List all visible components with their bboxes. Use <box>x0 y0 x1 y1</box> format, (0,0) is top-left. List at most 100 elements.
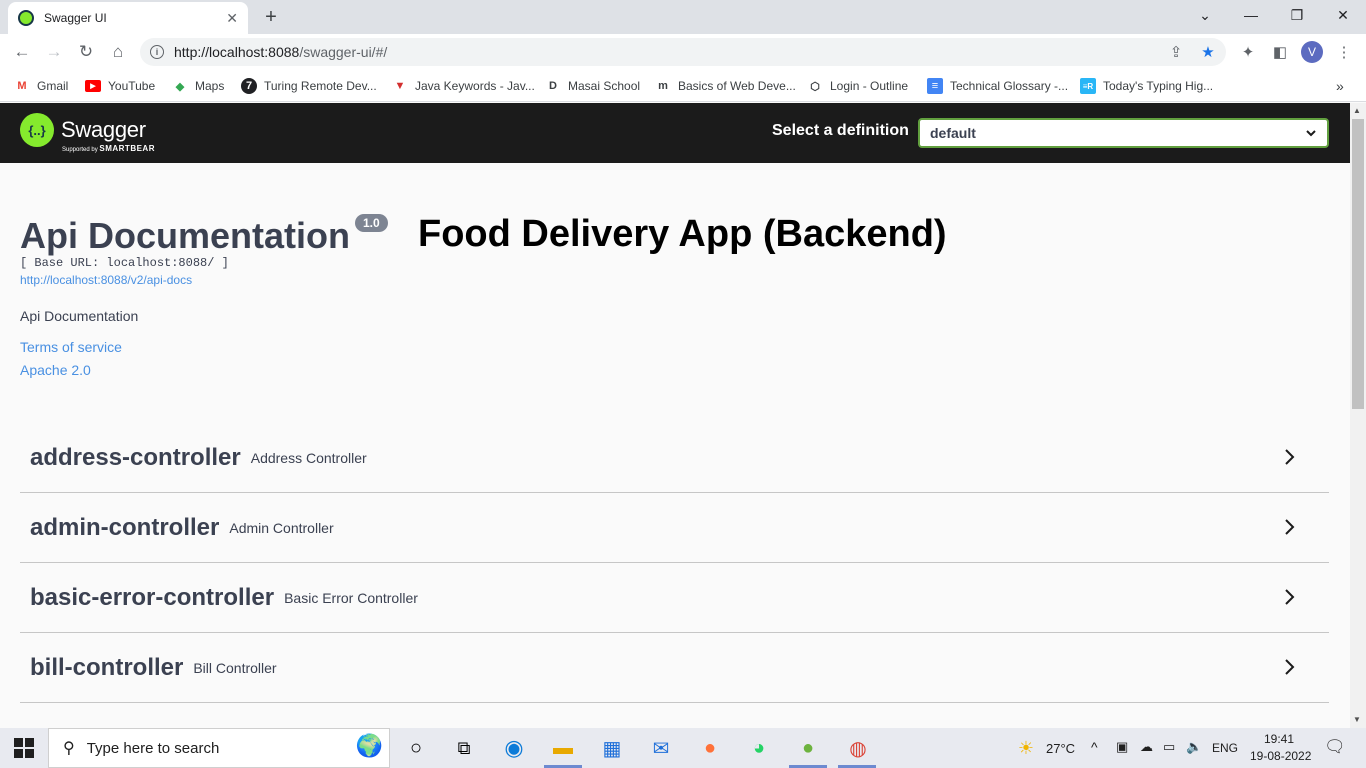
controller-description: Address Controller <box>250 449 367 466</box>
mail-icon[interactable]: ✉ <box>647 734 675 762</box>
firefox-icon[interactable]: ● <box>696 734 724 762</box>
store-icon[interactable]: ▦ <box>598 734 626 762</box>
cortana-icon[interactable]: ○ <box>402 734 430 762</box>
bookmark-label: Maps <box>195 79 225 93</box>
swagger-brand-sub: Supported by SMARTBEAR <box>62 144 155 153</box>
file-explorer-icon[interactable]: ▬ <box>549 734 577 762</box>
bookmark-masai[interactable]: D Masai School <box>545 76 640 96</box>
scroll-down-icon[interactable]: ▼ <box>1353 715 1361 724</box>
close-window-button[interactable]: ✕ <box>1320 0 1366 30</box>
bookmark-star-icon[interactable]: ★ <box>1196 40 1220 64</box>
controller-address[interactable]: address-controller Address Controller <box>20 423 1329 493</box>
controller-bill[interactable]: bill-controller Bill Controller <box>20 633 1329 703</box>
language-indicator[interactable]: ENG <box>1212 741 1238 755</box>
tab-swagger-ui[interactable]: Swagger UI ✕ <box>8 2 248 34</box>
bookmark-youtube[interactable]: ▶ YouTube <box>85 76 155 96</box>
definition-value: default <box>930 125 976 141</box>
bookmark-gmail[interactable]: M Gmail <box>14 76 68 96</box>
restore-button[interactable]: ❐ <box>1274 0 1320 30</box>
chevron-right-icon <box>1285 449 1295 465</box>
version-badge: 1.0 <box>355 214 388 232</box>
controller-name: address-controller <box>30 443 241 471</box>
page-scrollbar[interactable]: ▲ ▼ <box>1350 103 1366 728</box>
controller-name: bill-controller <box>30 653 184 681</box>
controller-description: Bill Controller <box>193 659 277 676</box>
outline-icon: ⬡ <box>810 80 820 93</box>
bookmarks-bar: M Gmail ▶ YouTube ◆ Maps 7 Turing Remote Dev… <box>0 70 1366 102</box>
url-host: http://localhost:8088 <box>174 44 300 60</box>
controller-description: Admin Controller <box>229 519 334 536</box>
swagger-logo-icon: {..} <box>20 113 54 147</box>
brand-sub-strong: SMARTBEAR <box>99 144 155 153</box>
meet-icon[interactable]: ▣ <box>1116 739 1128 755</box>
profile-avatar[interactable]: V <box>1301 41 1323 63</box>
clock-date[interactable]: 19-08-2022 <box>1250 749 1311 763</box>
scroll-up-icon[interactable]: ▲ <box>1353 106 1361 115</box>
chrome-icon[interactable]: ◍ <box>844 734 872 762</box>
app-title: Food Delivery App (Backend) <box>418 213 947 255</box>
bookmark-label: Basics of Web Deve... <box>678 79 796 93</box>
url-path: /swagger-ui/#/ <box>299 44 388 60</box>
base-url: [ Base URL: localhost:8088/ ] <box>20 256 229 270</box>
controller-basic-error[interactable]: basic-error-controller Basic Error Contr… <box>20 563 1329 633</box>
site-info-icon[interactable]: i <box>150 45 164 59</box>
forward-button[interactable]: → <box>42 40 66 64</box>
windows-start-icon[interactable] <box>14 738 34 758</box>
terms-of-service-link[interactable]: Terms of service <box>20 339 122 355</box>
spring-tool-icon[interactable]: ● <box>794 734 822 762</box>
show-hidden-icons-icon[interactable]: ^ <box>1091 739 1098 755</box>
weather-temperature[interactable]: 27°C <box>1046 741 1075 756</box>
scroll-thumb[interactable] <box>1352 119 1364 409</box>
minimize-button[interactable]: — <box>1228 0 1274 30</box>
bookmark-basics-web-dev[interactable]: m Basics of Web Deve... <box>655 76 796 96</box>
brand-sub-text: Supported by <box>62 147 98 153</box>
edge-icon[interactable]: ◉ <box>500 734 528 762</box>
bookmark-java-keywords[interactable]: ▼ Java Keywords - Jav... <box>392 76 535 96</box>
back-button[interactable]: ← <box>10 40 34 64</box>
bookmark-typing[interactable]: ≡R Today's Typing Hig... <box>1080 76 1213 96</box>
task-view-icon[interactable]: ⧉ <box>450 734 478 762</box>
swagger-favicon-icon <box>18 10 34 26</box>
weather-icon[interactable]: ☀ <box>1012 734 1040 762</box>
whatsapp-icon[interactable]: ◕ <box>745 734 773 762</box>
chevron-right-icon <box>1285 659 1295 675</box>
java-keywords-icon: ▼ <box>394 80 406 92</box>
reload-button[interactable]: ↻ <box>74 40 98 64</box>
network-icon[interactable]: ▭ <box>1163 739 1175 755</box>
new-tab-button[interactable]: + <box>258 4 284 30</box>
swagger-topbar: {..} Swagger Supported by SMARTBEAR Sele… <box>0 103 1350 163</box>
extensions-icon[interactable]: ✦ <box>1236 40 1260 64</box>
bookmark-label: Java Keywords - Jav... <box>415 79 535 93</box>
controller-name: basic-error-controller <box>30 583 275 611</box>
api-docs-link[interactable]: http://localhost:8088/v2/api-docs <box>20 273 192 287</box>
bookmark-turing[interactable]: 7 Turing Remote Dev... <box>241 76 377 96</box>
bookmark-technical-glossary[interactable]: ≡ Technical Glossary -... <box>927 76 1068 96</box>
youtube-icon: ▶ <box>85 80 101 92</box>
bookmark-maps[interactable]: ◆ Maps <box>172 76 225 96</box>
address-bar[interactable]: i http://localhost:8088/swagger-ui/#/ <box>140 38 1226 66</box>
tab-search-icon[interactable]: ⌄ <box>1182 0 1228 30</box>
close-tab-icon[interactable]: ✕ <box>226 10 238 27</box>
onedrive-icon[interactable]: ☁ <box>1140 739 1153 755</box>
bookmark-outline[interactable]: ⬡ Login - Outline <box>807 76 908 96</box>
tab-title: Swagger UI <box>44 11 107 25</box>
license-link[interactable]: Apache 2.0 <box>20 362 91 378</box>
docs-icon: ≡ <box>927 78 943 94</box>
browser-toolbar: ← → ↻ ⌂ i http://localhost:8088/swagger-… <box>0 34 1366 70</box>
masai-icon: D <box>549 80 557 92</box>
gmail-icon: M <box>17 80 27 92</box>
more-bookmarks-icon[interactable]: » <box>1336 76 1344 96</box>
notifications-icon[interactable]: 🗨 <box>1324 737 1346 757</box>
volume-icon[interactable]: 🔈 <box>1186 739 1202 755</box>
home-button[interactable]: ⌂ <box>106 40 130 64</box>
clock-time[interactable]: 19:41 <box>1264 732 1294 746</box>
definition-select[interactable]: default <box>918 118 1329 148</box>
menu-icon[interactable]: ⋮ <box>1332 40 1356 64</box>
windows-taskbar: ⚲ Type here to search 🌍 ○ ⧉ ◉ ▬ ▦ ✉ ● ◕ … <box>0 728 1366 768</box>
share-icon[interactable]: ⇪ <box>1164 40 1188 64</box>
side-panel-icon[interactable]: ◧ <box>1268 40 1292 64</box>
search-placeholder: Type here to search <box>86 739 220 757</box>
taskbar-search[interactable]: ⚲ Type here to search 🌍 <box>48 728 390 768</box>
bookmark-label: Masai School <box>568 79 641 93</box>
controller-admin[interactable]: admin-controller Admin Controller <box>20 493 1329 563</box>
